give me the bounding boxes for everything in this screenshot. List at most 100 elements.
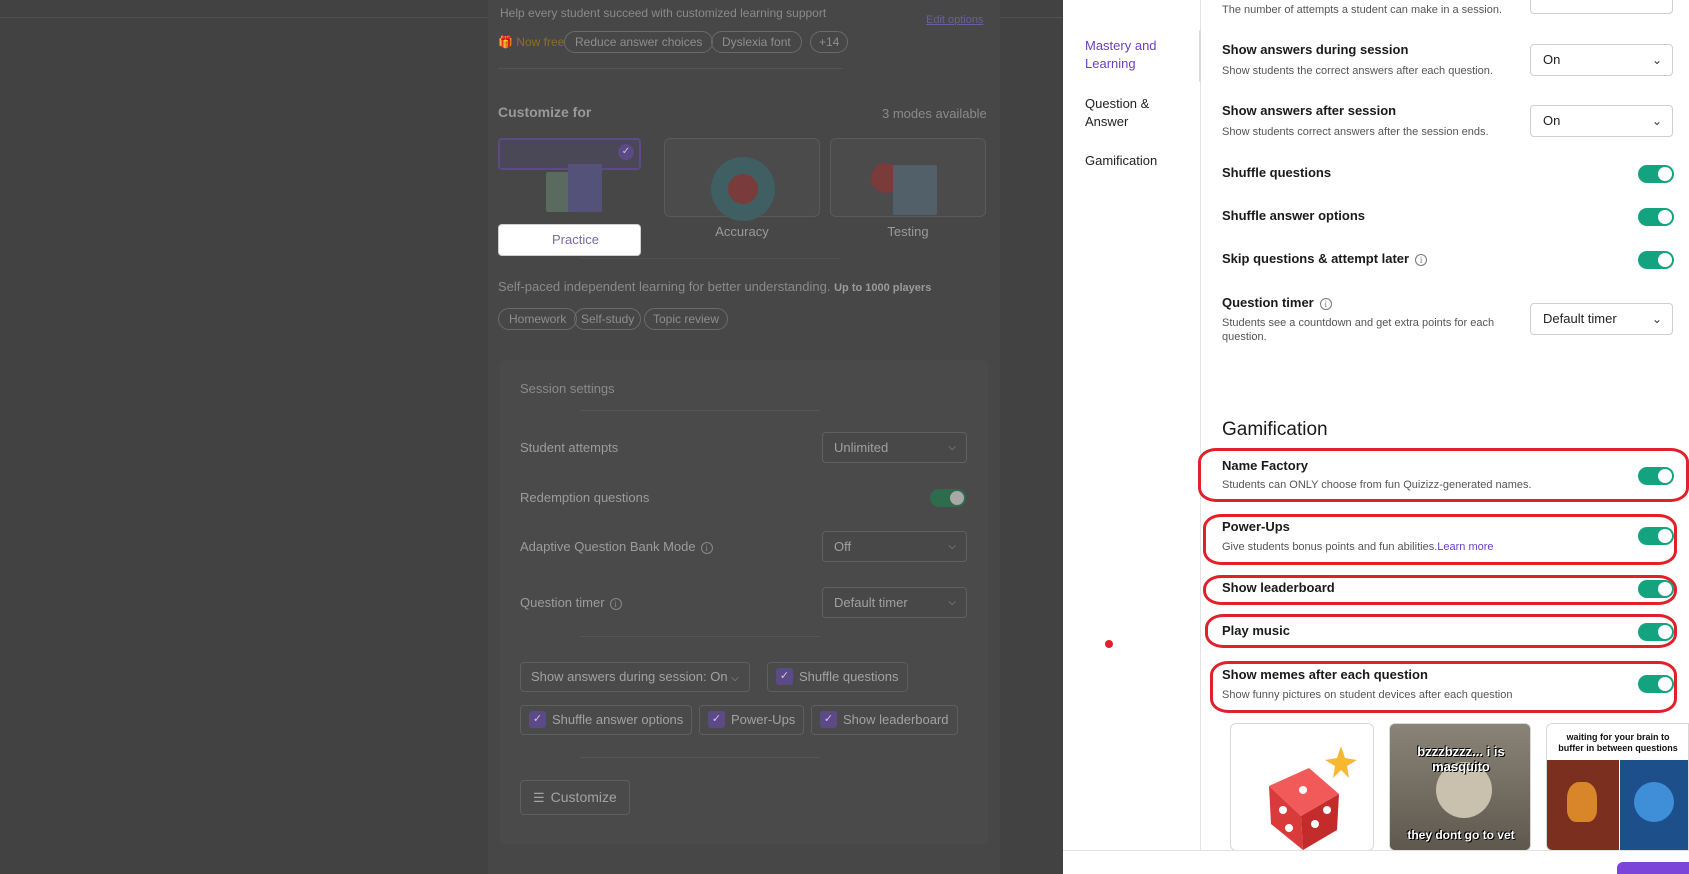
tag-homework: Homework: [498, 308, 578, 330]
chevron-down-icon: ⌄: [1651, 114, 1662, 128]
annotation-outline: [1198, 448, 1689, 502]
chevron-down-icon: ⌵: [948, 541, 956, 552]
info-icon[interactable]: i: [1415, 253, 1428, 266]
customize-for-title: Customize for: [498, 104, 592, 120]
annotation-outline: [1210, 661, 1677, 713]
meme-fish-image: [1620, 760, 1688, 850]
now-free-badge: 🎁 Now free: [498, 35, 564, 49]
question-timer-desc: Students see a countdown and get extra p…: [1222, 317, 1495, 343]
question-timer-title: Question timer i: [1222, 295, 1332, 310]
show-answers-during-value: On: [1543, 52, 1561, 67]
customize-button[interactable]: ☰ Customize: [520, 780, 630, 815]
info-icon[interactable]: i: [700, 541, 713, 554]
meme-top-text: bzzzbzzz... i is masquito: [1417, 744, 1505, 774]
show-leaderboard-pill[interactable]: ✓ Show leaderboard: [811, 705, 958, 735]
student-attempts-select[interactable]: Unlimited ⌵: [822, 432, 967, 463]
adaptive-mode-value: Off: [834, 539, 852, 554]
adaptive-mode-select[interactable]: Off ⌵: [822, 531, 967, 562]
question-timer-select[interactable]: Default timer ⌄: [1530, 303, 1673, 335]
gamification-heading: Gamification: [1222, 419, 1328, 440]
show-answers-during-select[interactable]: On ⌄: [1530, 44, 1673, 76]
session-settings-title: Session settings: [520, 381, 615, 396]
mode-label-practice: Practice: [498, 224, 641, 256]
meme-card-mosquito[interactable]: bzzzbzzz... i is masquito they dont go t…: [1389, 723, 1531, 851]
chevron-down-icon: ⌵: [948, 442, 956, 453]
annotation-outline: [1203, 514, 1677, 565]
target-icon: [711, 157, 775, 221]
question-timer-select[interactable]: Default timer ⌵: [822, 587, 967, 618]
meme-card-buffer[interactable]: waiting for your brain to buffer in betw…: [1546, 723, 1689, 851]
meme-caption: waiting for your brain to buffer in betw…: [1558, 732, 1678, 753]
mode-players: Up to 1000 players: [834, 282, 932, 294]
shuffle-questions-toggle[interactable]: [1638, 165, 1674, 183]
annotation-outline: [1203, 575, 1677, 605]
mode-card-practice[interactable]: ✓: [498, 138, 641, 212]
settings-nav: Mastery and Learning Question & Answer G…: [1063, 0, 1201, 850]
info-icon[interactable]: i: [609, 597, 622, 610]
info-icon[interactable]: i: [1319, 297, 1332, 310]
meme-card-dice[interactable]: [1230, 723, 1374, 851]
mode-card-accuracy[interactable]: [664, 138, 820, 221]
cursor-marker: [1105, 640, 1113, 648]
question-timer-value: Default timer: [1543, 311, 1617, 326]
nav-item-mastery-learning[interactable]: Mastery and Learning: [1085, 37, 1185, 73]
background-page-overlay: Help every student succeed with customiz…: [0, 0, 1063, 874]
power-ups-pill[interactable]: ✓ Power-Ups: [699, 705, 805, 735]
chevron-down-icon: ⌄: [1651, 312, 1662, 326]
chip-reduce-answer-choices[interactable]: Reduce answer choices: [564, 31, 714, 53]
redemption-questions-toggle[interactable]: [930, 489, 966, 507]
show-answers-during-desc: Show students the correct answers after …: [1222, 65, 1493, 77]
meme-bottom-text: they dont go to vet: [1407, 828, 1515, 842]
shuffle-questions-title: Shuffle questions: [1222, 165, 1332, 180]
divider: [580, 258, 840, 259]
modes-available-count: 3 modes available: [882, 106, 987, 121]
checkbox-icon: ✓: [708, 711, 725, 729]
student-attempts-label: Student attempts: [520, 440, 619, 455]
drawer-footer: [1063, 850, 1689, 874]
show-answers-during-title: Show answers during session: [1222, 42, 1409, 57]
adaptive-mode-label: Adaptive Question Bank Mode i: [520, 539, 713, 554]
nav-active-indicator: [1199, 30, 1201, 82]
mode-description-text: Self-paced independent learning for bett…: [498, 279, 831, 294]
skip-questions-title: Skip questions & attempt later i: [1222, 251, 1428, 266]
student-attempts-value: Unlimited: [834, 440, 889, 455]
header-text: Help every student succeed with customiz…: [500, 6, 827, 20]
tag-self-study: Self-study: [574, 308, 642, 330]
divider: [580, 410, 820, 411]
shuffle-answers-pill[interactable]: ✓ Shuffle answer options: [520, 705, 693, 735]
shuffle-answer-options-title: Shuffle answer options: [1222, 208, 1366, 223]
chip-dyslexia-font[interactable]: Dyslexia font: [711, 31, 802, 53]
divider: [580, 636, 820, 637]
show-answers-dropdown[interactable]: Show answers during session: On ⌵: [520, 662, 750, 692]
mode-card-testing[interactable]: [830, 138, 986, 217]
show-answers-after-select[interactable]: On ⌄: [1530, 105, 1673, 137]
skip-questions-toggle[interactable]: [1638, 251, 1674, 269]
redemption-questions-label: Redemption questions: [520, 490, 650, 505]
mode-description: Self-paced independent learning for bett…: [498, 279, 931, 294]
chevron-down-icon: ⌵: [731, 673, 739, 684]
chip-more[interactable]: +14: [810, 31, 849, 53]
edit-options-link[interactable]: Edit options: [926, 14, 983, 26]
mode-label-testing: Testing: [887, 224, 929, 239]
attempts-desc: The number of attempts a student can mak…: [1222, 4, 1503, 16]
sliders-icon: ☰: [533, 790, 545, 805]
now-free-label: Now free: [516, 35, 565, 49]
nav-item-gamification[interactable]: Gamification: [1085, 152, 1157, 170]
mode-label-accuracy: Accuracy: [715, 224, 769, 239]
chevron-down-icon: ⌄: [1651, 53, 1662, 67]
shuffle-questions-pill[interactable]: ✓ Shuffle questions: [767, 662, 908, 692]
save-button[interactable]: [1617, 862, 1689, 874]
show-answers-after-value: On: [1543, 113, 1561, 128]
divider: [498, 68, 843, 69]
clipboard-icon: [893, 165, 937, 215]
nav-item-question-answer[interactable]: Question & Answer: [1085, 95, 1175, 131]
chevron-down-icon: ⌵: [948, 597, 956, 608]
practice-illustration-icon: [546, 162, 608, 214]
checkbox-icon: ✓: [820, 711, 837, 729]
show-answers-after-title: Show answers after session: [1222, 103, 1397, 118]
attempts-select-partial[interactable]: [1530, 0, 1673, 14]
question-timer-label: Question timer i: [520, 595, 622, 610]
tag-topic-review: Topic review: [644, 308, 729, 330]
checkbox-icon: ✓: [529, 711, 546, 729]
shuffle-answer-options-toggle[interactable]: [1638, 208, 1674, 226]
